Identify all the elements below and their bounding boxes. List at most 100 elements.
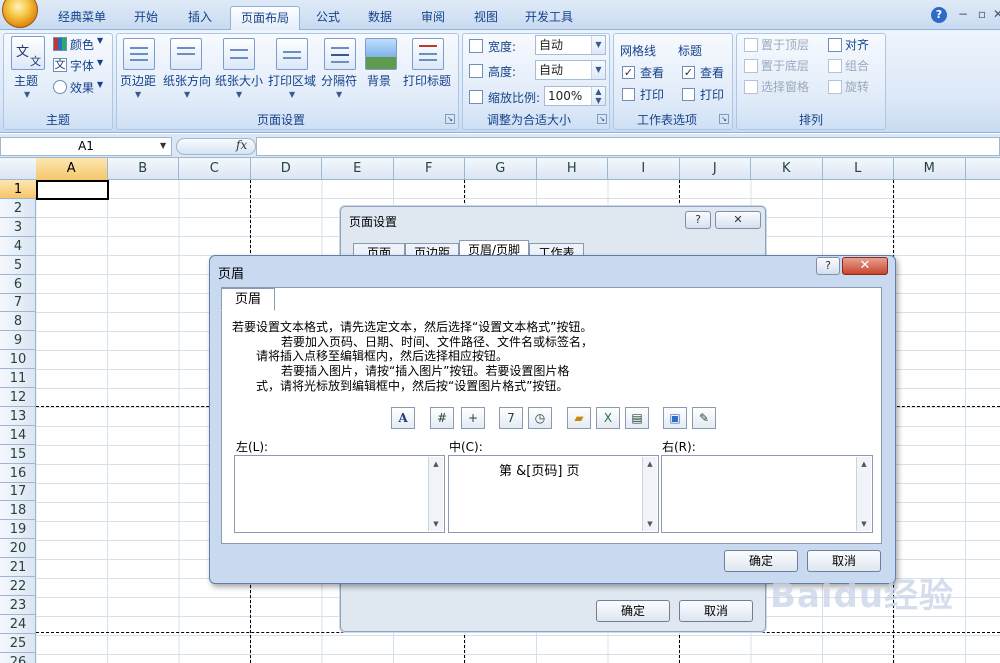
header-dialog-close-button[interactable]: ✕ — [842, 257, 888, 275]
tab-header[interactable]: 页眉 — [221, 288, 275, 311]
tab-home[interactable]: 开始 — [124, 6, 168, 30]
effects-dropdown-icon[interactable]: ▼ — [97, 80, 103, 89]
scale-spinner[interactable]: 100% ▲ ▼ — [544, 86, 606, 106]
scale-spin-icon[interactable]: ▲ ▼ — [591, 87, 605, 105]
column-header-a[interactable]: A — [36, 158, 108, 180]
column-header-b[interactable]: B — [108, 158, 179, 180]
print-titles-button[interactable]: 打印标题 — [403, 72, 451, 89]
row-header-18[interactable]: 18 — [0, 501, 36, 521]
right-section-scrollbar[interactable]: ▲ ▼ — [856, 457, 871, 531]
orientation-icon[interactable] — [170, 38, 202, 70]
tab-insert[interactable]: 插入 — [178, 6, 222, 30]
breaks-dropdown-icon[interactable]: ▼ — [336, 90, 342, 99]
insert-file-name-icon[interactable]: X — [596, 407, 620, 429]
row-header-15[interactable]: 15 — [0, 445, 36, 464]
breaks-icon[interactable] — [324, 38, 356, 70]
orientation-button[interactable]: 纸张方向 — [163, 72, 211, 89]
headings-view-checkbox[interactable]: ✓ — [682, 66, 695, 79]
size-icon[interactable] — [223, 38, 255, 70]
insert-file-path-icon[interactable]: ▰ — [567, 407, 591, 429]
margins-icon[interactable] — [123, 38, 155, 70]
scroll-up-icon[interactable]: ▲ — [643, 457, 657, 471]
page-setup-cancel-button[interactable]: 取消 — [679, 600, 753, 622]
row-header-19[interactable]: 19 — [0, 520, 36, 540]
row-header-17[interactable]: 17 — [0, 482, 36, 502]
center-section-input[interactable]: 第 &[页码] 页 ▲ ▼ — [448, 455, 659, 533]
colors-button[interactable]: 颜色 — [70, 36, 94, 53]
format-picture-icon[interactable]: ✎ — [692, 407, 716, 429]
page-setup-ok-button[interactable]: 确定 — [596, 600, 670, 622]
fx-icon[interactable]: fx — [236, 138, 247, 152]
insert-picture-icon[interactable]: ▣ — [663, 407, 687, 429]
insert-time-icon[interactable]: ◷ — [528, 407, 552, 429]
column-header-j[interactable]: J — [680, 158, 751, 180]
insert-sheet-name-icon[interactable]: ▤ — [625, 407, 649, 429]
scroll-down-icon[interactable]: ▼ — [643, 517, 657, 531]
column-header-k[interactable]: K — [751, 158, 823, 180]
right-section-input[interactable]: ▲ ▼ — [661, 455, 873, 533]
row-header-12[interactable]: 12 — [0, 388, 36, 407]
print-area-dropdown-icon[interactable]: ▼ — [289, 90, 295, 99]
fonts-dropdown-icon[interactable]: ▼ — [97, 58, 103, 67]
size-dropdown-icon[interactable]: ▼ — [236, 90, 242, 99]
group-button[interactable]: 组合 — [845, 57, 869, 74]
sheet-options-launcher-icon[interactable]: ↘ — [719, 114, 729, 124]
column-header-c[interactable]: C — [179, 158, 251, 180]
page-setup-launcher-icon[interactable]: ↘ — [445, 114, 455, 124]
row-header-23[interactable]: 23 — [0, 596, 36, 615]
restore-icon[interactable]: ▫ — [974, 6, 990, 22]
fonts-icon[interactable]: 文 — [53, 58, 67, 72]
column-header-l[interactable]: L — [823, 158, 894, 180]
left-section-input[interactable]: ▲ ▼ — [234, 455, 445, 533]
column-header-e[interactable]: E — [322, 158, 394, 180]
gridlines-print-checkbox[interactable] — [622, 88, 635, 101]
fonts-button[interactable]: 字体 — [70, 57, 94, 74]
row-header-6[interactable]: 6 — [0, 275, 36, 294]
row-header-16[interactable]: 16 — [0, 464, 36, 483]
scroll-up-icon[interactable]: ▲ — [429, 457, 443, 471]
scroll-down-icon[interactable]: ▼ — [429, 517, 443, 531]
print-titles-icon[interactable] — [412, 38, 444, 70]
colors-dropdown-icon[interactable]: ▼ — [97, 36, 103, 45]
row-header-26[interactable]: 26 — [0, 653, 36, 663]
height-select[interactable]: 自动 ▼ — [535, 60, 606, 80]
margins-button[interactable]: 页边距 — [120, 72, 156, 89]
column-header-m[interactable]: M — [894, 158, 966, 180]
send-back-button[interactable]: 置于底层 — [761, 57, 809, 74]
row-header-10[interactable]: 10 — [0, 350, 36, 370]
background-icon[interactable] — [365, 38, 397, 70]
format-text-icon[interactable]: A — [391, 407, 415, 429]
formula-input[interactable] — [256, 137, 1000, 156]
selection-pane-button[interactable]: 选择窗格 — [761, 78, 809, 95]
height-dropdown-icon[interactable]: ▼ — [591, 61, 605, 79]
row-header-8[interactable]: 8 — [0, 312, 36, 332]
column-header-f[interactable]: F — [394, 158, 465, 180]
width-dropdown-icon[interactable]: ▼ — [591, 36, 605, 54]
row-header-1[interactable]: 1 — [0, 180, 36, 199]
help-icon[interactable]: ? — [931, 7, 947, 23]
breaks-button[interactable]: 分隔符 — [321, 72, 357, 89]
page-setup-close-button[interactable]: ✕ — [715, 211, 761, 229]
row-header-13[interactable]: 13 — [0, 407, 36, 426]
insert-page-count-icon[interactable]: + — [461, 407, 485, 429]
left-section-scrollbar[interactable]: ▲ ▼ — [428, 457, 443, 531]
print-area-button[interactable]: 打印区域 — [268, 72, 316, 89]
row-header-22[interactable]: 22 — [0, 577, 36, 596]
bring-front-button[interactable]: 置于顶层 — [761, 36, 809, 53]
tab-developer[interactable]: 开发工具 — [515, 6, 583, 30]
background-button[interactable]: 背景 — [367, 72, 391, 89]
orientation-dropdown-icon[interactable]: ▼ — [184, 90, 190, 99]
colors-icon[interactable] — [53, 37, 67, 51]
row-header-25[interactable]: 25 — [0, 634, 36, 653]
gridlines-view-checkbox[interactable]: ✓ — [622, 66, 635, 79]
minimize-icon[interactable]: − — [955, 6, 971, 22]
row-header-11[interactable]: 11 — [0, 369, 36, 388]
column-header-i[interactable]: I — [608, 158, 680, 180]
active-cell[interactable] — [36, 180, 109, 200]
margins-dropdown-icon[interactable]: ▼ — [135, 90, 141, 99]
tab-review[interactable]: 审阅 — [411, 6, 455, 30]
theme-icon[interactable]: 文 文 — [11, 36, 45, 70]
size-button[interactable]: 纸张大小 — [215, 72, 263, 89]
scroll-down-icon[interactable]: ▼ — [857, 517, 871, 531]
insert-page-number-icon[interactable]: # — [430, 407, 454, 429]
